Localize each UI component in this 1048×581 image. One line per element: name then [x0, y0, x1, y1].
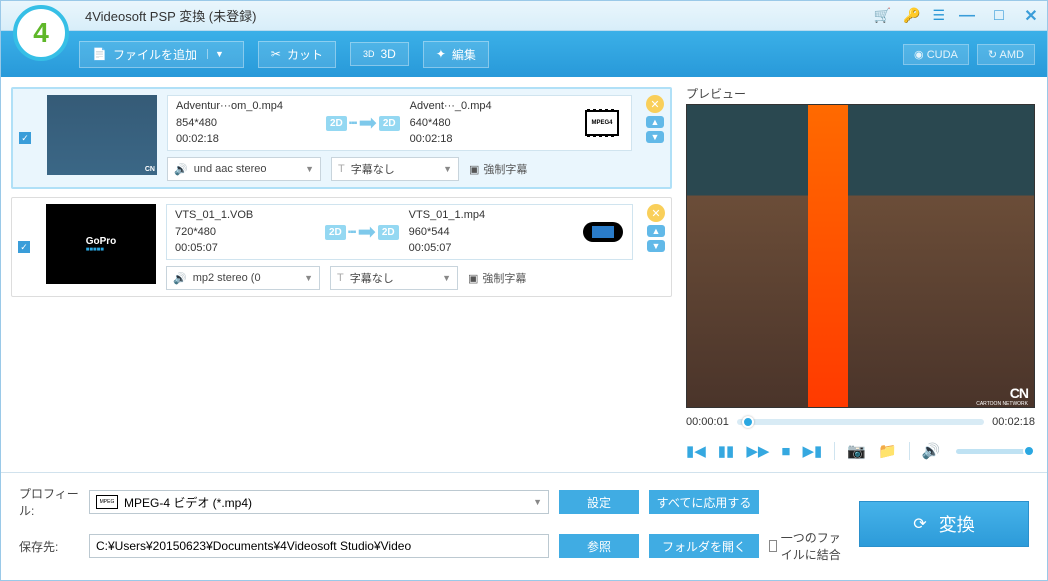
3d-button[interactable]: 3D 3D [350, 42, 409, 66]
volume-icon[interactable]: 🔊 [922, 442, 941, 460]
remove-item-button[interactable]: ✕ [646, 95, 664, 113]
preview-label: プレビュー [686, 85, 1035, 102]
cn-sublabel: CARTOON NETWORK [976, 401, 1028, 407]
amd-button[interactable]: ↻ AMD [977, 44, 1035, 65]
file-item[interactable]: ✓ CN Adventur···om_0.mp4 854*480 00:02:1… [11, 87, 672, 189]
file-checkbox[interactable]: ✓ [18, 241, 30, 253]
move-down-button[interactable]: ▼ [646, 131, 664, 143]
thumbnail: CN [47, 95, 157, 175]
maximize-button[interactable]: □ [989, 7, 1009, 25]
snapshot-button[interactable]: 📷 [847, 442, 866, 460]
cuda-button[interactable]: ◉ CUDA [903, 44, 969, 65]
preview-video[interactable]: CN CARTOON NETWORK [686, 104, 1035, 408]
file-checkbox[interactable]: ✓ [19, 132, 31, 144]
audio-track-select[interactable]: 🔊 und aac stereo▼ [167, 157, 321, 181]
profile-label: プロフィール: [19, 485, 79, 519]
subtitle-select[interactable]: T 字幕なし▼ [330, 266, 458, 290]
thumbnail: GoPro■■■■■ [46, 204, 156, 284]
audio-track-select[interactable]: 🔊 mp2 stereo (0▼ [166, 266, 320, 290]
3d-label: 3D [380, 47, 395, 61]
force-subtitle-toggle[interactable]: ▣強制字幕 [469, 161, 527, 177]
key-icon[interactable]: 🔑 [903, 7, 920, 24]
cut-label: カット [287, 46, 323, 63]
app-logo: 4 [13, 5, 69, 61]
convert-button[interactable]: ⟳ 変換 [859, 501, 1029, 547]
conversion-arrow: 2D ▪▪▪ ➡ 2D [326, 110, 400, 136]
cut-button[interactable]: ✂ カット [258, 41, 336, 68]
move-up-button[interactable]: ▲ [646, 116, 664, 128]
volume-slider[interactable] [956, 449, 1035, 454]
sparkle-icon: ✦ [436, 47, 446, 61]
prev-button[interactable]: ▮◀ [686, 442, 706, 460]
open-dest-button[interactable]: フォルダを開く [649, 534, 759, 558]
settings-button[interactable]: 設定 [559, 490, 639, 514]
conversion-arrow: 2D ▪▪▪ ➡ 2D [325, 219, 399, 245]
total-time: 00:02:18 [992, 416, 1035, 428]
destination-info: Advent···_0.mp4 640*480 00:02:18 [410, 98, 540, 148]
output-format-icon[interactable]: MPEG4 [581, 106, 623, 140]
cn-logo: CN [1010, 385, 1028, 401]
output-format-icon[interactable] [582, 215, 624, 249]
speaker-icon: 🔊 [174, 163, 188, 176]
current-time: 00:00:01 [686, 416, 729, 428]
move-up-button[interactable]: ▲ [647, 225, 665, 237]
profile-select[interactable]: MPEG MPEG-4 ビデオ (*.mp4) ▼ [89, 490, 549, 514]
fast-forward-button[interactable]: ▶▶ [746, 442, 769, 460]
source-info: Adventur···om_0.mp4 854*480 00:02:18 [176, 98, 316, 148]
toolbar: 📄 ファイルを追加 ▼ ✂ カット 3D 3D ✦ 編集 ◉ CUDA ↻ AM… [1, 31, 1047, 77]
add-file-button[interactable]: 📄 ファイルを追加 ▼ [79, 41, 244, 68]
open-folder-button[interactable]: 📁 [878, 442, 897, 460]
file-list: ✓ CN Adventur···om_0.mp4 854*480 00:02:1… [1, 77, 682, 472]
destination-info: VTS_01_1.mp4 960*544 00:05:07 [409, 207, 539, 257]
remove-item-button[interactable]: ✕ [647, 204, 665, 222]
add-file-icon: 📄 [92, 47, 107, 61]
source-info: VTS_01_1.VOB 720*480 00:05:07 [175, 207, 315, 257]
edit-label: 編集 [452, 46, 476, 63]
force-subtitle-toggle[interactable]: ▣強制字幕 [468, 270, 526, 286]
bottom-bar: プロフィール: MPEG MPEG-4 ビデオ (*.mp4) ▼ 設定 すべて… [1, 472, 1047, 575]
next-button[interactable]: ▶▮ [802, 442, 822, 460]
destination-label: 保存先: [19, 538, 79, 555]
move-down-button[interactable]: ▼ [647, 240, 665, 252]
add-file-label: ファイルを追加 [113, 46, 197, 63]
pause-button[interactable]: ▮▮ [718, 442, 735, 460]
subtitle-select[interactable]: T 字幕なし▼ [331, 157, 459, 181]
destination-input[interactable]: C:¥Users¥20150623¥Documents¥4Videosoft S… [89, 534, 549, 558]
menu-icon[interactable]: ☰ [932, 7, 945, 24]
add-file-dropdown[interactable]: ▼ [207, 49, 231, 59]
scissors-icon: ✂ [271, 47, 281, 61]
close-button[interactable]: ✕ [1021, 6, 1041, 26]
cart-icon[interactable]: 🛒 [874, 7, 891, 24]
window-title: 4Videosoft PSP 変換 (未登録) [85, 6, 256, 25]
combine-checkbox[interactable]: 一つのファイルに結合 [769, 529, 849, 563]
browse-button[interactable]: 参照 [559, 534, 639, 558]
titlebar: 4 4Videosoft PSP 変換 (未登録) 🛒 🔑 ☰ — □ ✕ [1, 1, 1047, 31]
minimize-button[interactable]: — [957, 7, 977, 25]
edit-button[interactable]: ✦ 編集 [423, 41, 489, 68]
preview-panel: プレビュー CN CARTOON NETWORK 00:00:01 00:02:… [682, 77, 1047, 472]
file-item[interactable]: ✓ GoPro■■■■■ VTS_01_1.VOB 720*480 00:05:… [11, 197, 672, 297]
3d-icon: 3D [363, 49, 375, 59]
stop-button[interactable]: ■ [781, 443, 790, 460]
refresh-icon: ⟳ [913, 514, 926, 534]
apply-all-button[interactable]: すべてに応用する [649, 490, 759, 514]
seek-bar[interactable] [737, 419, 984, 425]
speaker-icon: 🔊 [173, 272, 187, 285]
